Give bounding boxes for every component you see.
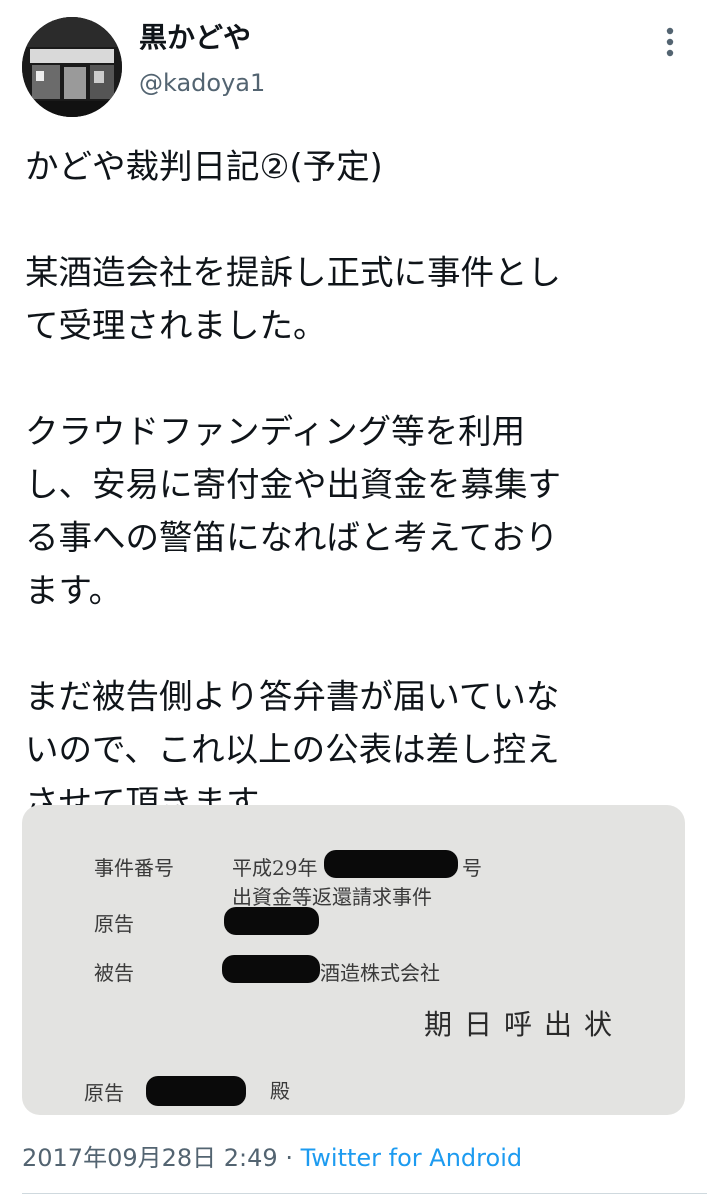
tweet-text: かどや裁判日記②(予定) 某酒造会社を提訴し正式に事件とし て受理されました。 … [25,140,665,829]
case-number-label: 事件番号 [94,856,174,880]
author-handle[interactable]: @kadoya1 [139,66,265,100]
author-display-name[interactable]: 黒かどや [139,18,251,58]
case-number-suffix: 号 [462,856,482,880]
defendant-value: 酒造株式会社 [320,961,440,985]
tweet-media-photo[interactable]: 事件番号 平成29年 号 出資金等返還請求事件 原告 被告 酒造株式会社 期日呼… [22,805,685,1115]
redaction-bar [146,1076,246,1106]
redaction-bar [222,955,320,983]
avatar[interactable] [22,17,122,117]
tweet-text-line: し、安易に寄付金や出資金を募集す [25,465,561,504]
storefront-photo-avatar-icon [22,17,122,117]
tweet-text-line: クラウドファンディング等を利用 [25,412,526,451]
tweet-text-line: 某酒造会社を提訴し正式に事件とし [25,253,561,292]
plaintiff-label: 原告 [94,912,134,936]
tweet-text-line: まだ被告側より答弁書が届いていな [25,677,560,716]
summons-title: 期日呼出状 [424,1008,625,1041]
addressee-label: 原告 [84,1081,124,1105]
case-number-value: 平成29年 [232,856,318,880]
redaction-bar [224,907,319,935]
tweet-text-line: ます。 [25,571,123,610]
divider [22,1193,707,1194]
defendant-label: 被告 [94,961,134,985]
tweet-text-line: いので、これ以上の公表は差し控え [25,730,560,769]
tweet-source-link[interactable]: Twitter for Android [301,1144,522,1172]
tweet-title-line: かどや裁判日記②(予定) [25,147,383,186]
meta-separator: · [285,1144,293,1172]
tweet-metadata: 2017年09月28日 2:49 · Twitter for Android [22,1138,522,1178]
more-vertical-icon [666,27,674,57]
more-options-button[interactable] [650,24,690,60]
tweet-timestamp[interactable]: 2017年09月28日 2:49 [22,1144,278,1172]
addressee-suffix: 殿 [270,1079,290,1103]
case-name: 出資金等返還請求事件 [232,885,432,909]
tweet-text-line: て受理されました。 [25,306,327,345]
redaction-bar [324,850,458,878]
tweet-text-line: る事への警笛になればと考えており [25,518,559,557]
